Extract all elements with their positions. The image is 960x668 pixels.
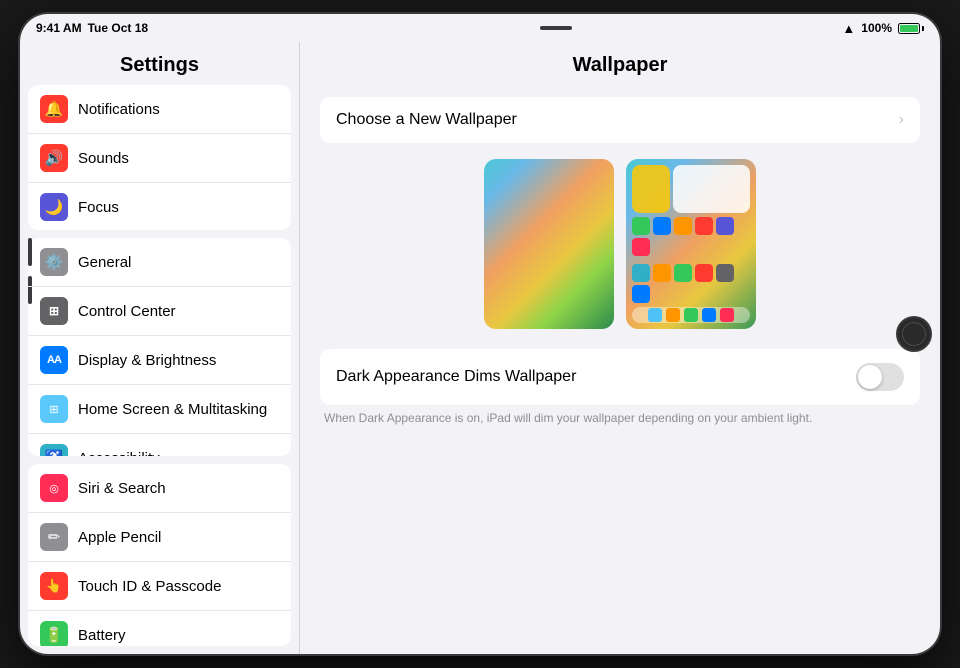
hs-icon — [674, 217, 692, 235]
settings-group-2: ⚙️ General ⊞ Control Center AA Display &… — [28, 238, 291, 456]
status-bar-left: 9:41 AM Tue Oct 18 — [36, 21, 148, 35]
hs-icon — [653, 264, 671, 282]
hs-dock-icon — [702, 308, 716, 322]
pencil-icon: ✏ — [40, 523, 68, 551]
touch-id-label: Touch ID & Passcode — [78, 578, 279, 595]
hs-dock-icon — [720, 308, 734, 322]
sounds-icon: 🔊 — [40, 144, 68, 172]
hs-icon — [632, 264, 650, 282]
battery-icon — [898, 23, 924, 34]
sidebar: Settings 🔔 Notifications 🔊 Sounds 🌙 Focu… — [20, 42, 300, 654]
hs-icon — [716, 217, 734, 235]
sidebar-item-general[interactable]: ⚙️ General — [28, 238, 291, 287]
wallpaper-gradient — [484, 159, 614, 329]
panel-content: Choose a New Wallpaper › — [300, 89, 940, 433]
sidebar-item-focus[interactable]: 🌙 Focus — [28, 183, 291, 230]
hs-icons-row-2 — [632, 264, 750, 303]
dark-appearance-row: Dark Appearance Dims Wallpaper — [320, 349, 920, 405]
status-time: 9:41 AM — [36, 21, 82, 35]
battery-fill — [900, 25, 918, 32]
hs-widget-2 — [673, 165, 750, 213]
hs-icon — [674, 264, 692, 282]
settings-group-3: ◎ Siri & Search ✏ Apple Pencil 👆 Touch I… — [28, 464, 291, 646]
hs-dock-icon — [666, 308, 680, 322]
toggle-knob — [858, 365, 882, 389]
display-icon: AA — [40, 346, 68, 374]
wifi-icon: ▲ — [842, 21, 855, 36]
sounds-label: Sounds — [78, 150, 279, 167]
dark-appearance-description: When Dark Appearance is on, iPad will di… — [320, 411, 920, 425]
hs-widget-1 — [632, 165, 670, 213]
sidebar-item-control-center[interactable]: ⊞ Control Center — [28, 287, 291, 336]
notifications-label: Notifications — [78, 101, 279, 118]
notifications-icon: 🔔 — [40, 95, 68, 123]
control-center-label: Control Center — [78, 303, 279, 320]
home-screen-icon: ⊞ — [40, 395, 68, 423]
siri-label: Siri & Search — [78, 480, 279, 497]
siri-icon: ◎ — [40, 474, 68, 502]
hs-dock-icon — [648, 308, 662, 322]
wallpaper-homescreen-bg — [626, 159, 756, 329]
hs-icon — [632, 285, 650, 303]
display-label: Display & Brightness — [78, 352, 279, 369]
wallpaper-preview — [320, 159, 920, 329]
hs-icon — [695, 217, 713, 235]
dark-appearance-label: Dark Appearance Dims Wallpaper — [336, 368, 576, 386]
sidebar-item-accessibility[interactable]: ♿ Accessibility — [28, 434, 291, 456]
home-screen-label: Home Screen & Multitasking — [78, 401, 279, 418]
hs-icon — [632, 217, 650, 235]
hs-icon — [653, 217, 671, 235]
home-button[interactable] — [896, 316, 932, 352]
homescreen-overlay — [626, 159, 756, 329]
sidebar-item-display-brightness[interactable]: AA Display & Brightness — [28, 336, 291, 385]
focus-icon: 🌙 — [40, 193, 68, 221]
general-icon: ⚙️ — [40, 248, 68, 276]
battery-label: Battery — [78, 627, 279, 644]
focus-label: Focus — [78, 199, 279, 216]
power-button[interactable] — [540, 26, 572, 30]
hs-dock — [632, 307, 750, 323]
chevron-right-icon: › — [899, 111, 904, 129]
ipad-frame: 9:41 AM Tue Oct 18 ▲ 100% Settings — [20, 14, 940, 654]
sidebar-item-battery[interactable]: 🔋 Battery — [28, 611, 291, 646]
sidebar-item-sounds[interactable]: 🔊 Sounds — [28, 134, 291, 183]
hs-widgets — [632, 165, 750, 213]
settings-group-1: 🔔 Notifications 🔊 Sounds 🌙 Focus ⏱ Scree… — [28, 85, 291, 230]
hs-dock-icon — [684, 308, 698, 322]
choose-wallpaper-label: Choose a New Wallpaper — [336, 111, 517, 129]
main-content: Settings 🔔 Notifications 🔊 Sounds 🌙 Focu… — [20, 42, 940, 654]
status-date: Tue Oct 18 — [88, 21, 148, 35]
battery-body — [898, 23, 920, 34]
sidebar-title: Settings — [20, 42, 299, 85]
choose-wallpaper-row[interactable]: Choose a New Wallpaper › — [320, 97, 920, 143]
sidebar-item-notifications[interactable]: 🔔 Notifications — [28, 85, 291, 134]
battery-tip — [922, 26, 924, 31]
touch-id-icon: 👆 — [40, 572, 68, 600]
wallpaper-thumb-home[interactable] — [626, 159, 756, 329]
accessibility-icon: ♿ — [40, 444, 68, 456]
general-label: General — [78, 254, 279, 271]
hs-icons-row-1 — [632, 217, 750, 256]
pencil-label: Apple Pencil — [78, 529, 279, 546]
battery-percent: 100% — [861, 21, 892, 35]
right-panel: Wallpaper Choose a New Wallpaper › — [300, 42, 940, 654]
hs-icon — [695, 264, 713, 282]
battery-settings-icon: 🔋 — [40, 621, 68, 646]
dark-appearance-toggle[interactable] — [856, 363, 904, 391]
hs-icon — [716, 264, 734, 282]
status-bar: 9:41 AM Tue Oct 18 ▲ 100% — [20, 14, 940, 42]
status-bar-right: ▲ 100% — [842, 21, 924, 36]
wallpaper-thumb-lock[interactable] — [484, 159, 614, 329]
control-center-icon: ⊞ — [40, 297, 68, 325]
sidebar-item-apple-pencil[interactable]: ✏ Apple Pencil — [28, 513, 291, 562]
sidebar-item-siri-search[interactable]: ◎ Siri & Search — [28, 464, 291, 513]
hs-icon — [632, 238, 650, 256]
accessibility-label: Accessibility — [78, 450, 279, 457]
sidebar-item-home-screen[interactable]: ⊞ Home Screen & Multitasking — [28, 385, 291, 434]
sidebar-item-touch-id[interactable]: 👆 Touch ID & Passcode — [28, 562, 291, 611]
home-button-inner — [902, 322, 926, 346]
panel-title: Wallpaper — [300, 42, 940, 89]
